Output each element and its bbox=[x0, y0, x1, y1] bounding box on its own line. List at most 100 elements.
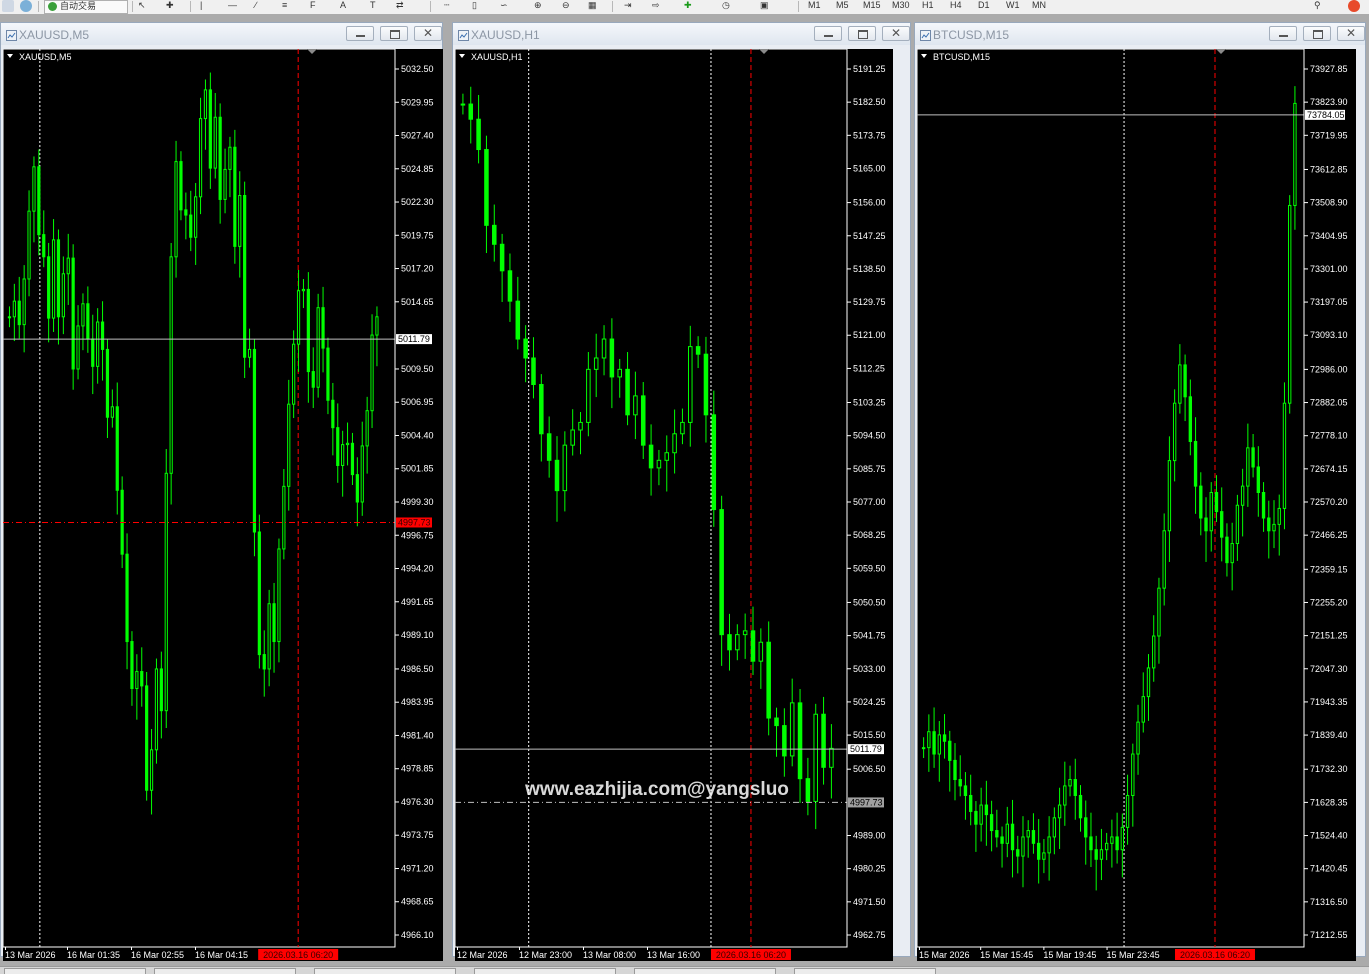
candle-body bbox=[375, 316, 379, 336]
chart-window-2[interactable]: XAUUSD,H1 ✕ XAUUSD,H1 5191.25 5182.50 5173.75… bbox=[452, 22, 911, 961]
arrows-icon[interactable]: ⇄ bbox=[396, 0, 410, 12]
candle-body bbox=[1005, 823, 1009, 844]
notification-icon[interactable] bbox=[1348, 0, 1360, 12]
timeframe-w1[interactable]: W1 bbox=[1006, 0, 1024, 12]
restore-button[interactable] bbox=[380, 26, 408, 41]
chart-window-1[interactable]: XAUUSD,M5 ✕ XAUUSD,M5 5032.50 5029.95 5027.40… bbox=[0, 22, 443, 961]
chart-window-3[interactable]: BTCUSD,M15 ✕ BTCUSD,M15 73927.85 73823.90 737… bbox=[914, 22, 1366, 961]
price-tick-label: 5147.25 bbox=[853, 231, 886, 241]
timeframe-h4[interactable]: H4 bbox=[950, 0, 968, 12]
text-icon[interactable]: A bbox=[340, 0, 350, 12]
cursor-icon[interactable]: ↖ bbox=[138, 0, 148, 12]
zoom-out-icon[interactable]: ⊖ bbox=[562, 0, 574, 12]
candle-body bbox=[727, 634, 732, 651]
timeframe-d1[interactable]: D1 bbox=[978, 0, 996, 12]
price-tick-label: 4980.25 bbox=[853, 864, 886, 874]
close-button[interactable]: ✕ bbox=[882, 26, 910, 41]
chart-tab[interactable] bbox=[154, 968, 296, 974]
price-tick-label: 5022.30 bbox=[401, 197, 434, 207]
minimize-button[interactable] bbox=[346, 26, 374, 41]
candle-body bbox=[71, 257, 75, 370]
candle-body bbox=[1057, 804, 1062, 819]
tile-windows-icon[interactable]: ▦ bbox=[588, 0, 600, 12]
chart-canvas[interactable]: XAUUSD,H1 5191.25 5182.50 5173.75 5165.00 515… bbox=[454, 48, 893, 961]
chart-canvas[interactable]: BTCUSD,M15 73927.85 73823.90 73719.95 73612.… bbox=[916, 48, 1356, 961]
timeframe-h1[interactable]: H1 bbox=[922, 0, 940, 12]
window-titlebar[interactable]: XAUUSD,H1 ✕ bbox=[453, 23, 910, 45]
restore-button[interactable] bbox=[848, 26, 876, 41]
vertical-line-icon[interactable]: | bbox=[200, 0, 210, 12]
timeframe-mn[interactable]: MN bbox=[1032, 0, 1052, 12]
toolbar-separator bbox=[38, 1, 39, 12]
price-tick-label: 5029.95 bbox=[401, 97, 434, 107]
candle-body bbox=[326, 347, 330, 401]
candle-chart-icon[interactable]: ▯ bbox=[472, 0, 484, 12]
horizontal-line-icon[interactable]: — bbox=[228, 0, 238, 12]
time-tick-label: 15 Mar 15:45 bbox=[980, 950, 1033, 960]
candle-body bbox=[213, 116, 217, 169]
chart-tab[interactable] bbox=[634, 968, 776, 974]
timeframe-m15[interactable]: M15 bbox=[863, 0, 885, 12]
current-time-label: 2026.03.16 06:20 bbox=[263, 950, 333, 960]
close-button[interactable]: ✕ bbox=[414, 26, 442, 41]
chart-area[interactable]: BTCUSD,M15 73927.85 73823.90 73719.95 73612.… bbox=[916, 48, 1356, 961]
channel-icon[interactable]: ≡ bbox=[282, 0, 294, 12]
candle-body bbox=[1293, 102, 1297, 206]
close-button[interactable]: ✕ bbox=[1337, 26, 1365, 41]
bar-chart-icon[interactable]: ┄ bbox=[444, 0, 456, 12]
time-tick-label: 16 Mar 04:15 bbox=[195, 950, 248, 960]
candle-body bbox=[1277, 507, 1281, 525]
window-titlebar[interactable]: BTCUSD,M15 ✕ bbox=[915, 23, 1365, 45]
candle-body bbox=[1042, 852, 1046, 860]
label-icon[interactable]: T bbox=[370, 0, 380, 12]
price-tick-label: 4978.85 bbox=[401, 764, 434, 774]
indicators-icon[interactable]: ✚ bbox=[684, 0, 698, 12]
candle-body bbox=[37, 166, 41, 236]
toolbar-icon-left[interactable] bbox=[2, 0, 14, 12]
price-tick-label: 5103.25 bbox=[853, 398, 886, 408]
time-tick-label: 15 Mar 19:45 bbox=[1043, 950, 1096, 960]
chart-tab[interactable] bbox=[314, 968, 456, 974]
search-icon[interactable]: ⚲ bbox=[1314, 0, 1326, 12]
window-titlebar[interactable]: XAUUSD,M5 ✕ bbox=[1, 23, 442, 45]
timeframe-m30[interactable]: M30 bbox=[892, 0, 914, 12]
candle-body bbox=[695, 346, 701, 355]
chart-tab[interactable] bbox=[4, 968, 146, 974]
trendline-icon[interactable]: ∕ bbox=[255, 0, 265, 12]
chart-canvas[interactable]: XAUUSD,M5 5032.50 5029.95 5027.40 5024.85 502… bbox=[2, 48, 443, 961]
candle-body bbox=[531, 357, 536, 386]
periods-icon[interactable]: ◷ bbox=[722, 0, 734, 12]
chart-tab[interactable] bbox=[794, 968, 936, 974]
timeframe-m1[interactable]: M1 bbox=[808, 0, 828, 12]
price-tick-label: 4968.65 bbox=[401, 897, 434, 907]
auto-trading-button[interactable]: 自动交易 bbox=[44, 0, 128, 14]
fibonacci-icon[interactable]: F bbox=[310, 0, 322, 12]
candle-body bbox=[287, 403, 291, 487]
candle-body bbox=[1261, 491, 1266, 519]
candle-body bbox=[963, 785, 968, 796]
candle-body bbox=[640, 395, 646, 446]
price-tick-label: 5033.00 bbox=[853, 664, 886, 674]
chart-tab[interactable] bbox=[474, 968, 616, 974]
candle-body bbox=[238, 195, 242, 247]
chart-area[interactable]: XAUUSD,M5 5032.50 5029.95 5027.40 5024.85 502… bbox=[2, 48, 443, 961]
candle-body bbox=[1172, 402, 1177, 462]
candle-body bbox=[1230, 543, 1234, 564]
minimize-button[interactable] bbox=[1269, 26, 1297, 41]
chart-shift-icon[interactable]: ⇥ bbox=[624, 0, 636, 12]
templates-icon[interactable]: ▣ bbox=[760, 0, 774, 12]
restore-button[interactable] bbox=[1303, 26, 1331, 41]
candle-body bbox=[648, 444, 654, 469]
autoscroll-icon[interactable]: ⇨ bbox=[652, 0, 664, 12]
restore-icon bbox=[858, 30, 868, 39]
candle-body bbox=[1068, 779, 1072, 787]
chart-area[interactable]: XAUUSD,H1 5191.25 5182.50 5173.75 5165.00 515… bbox=[454, 48, 893, 961]
line-chart-icon[interactable]: ∽ bbox=[500, 0, 512, 12]
candle-body bbox=[1240, 485, 1245, 506]
timeframe-m5[interactable]: M5 bbox=[836, 0, 856, 12]
crosshair-icon[interactable]: ✚ bbox=[166, 0, 176, 12]
zoom-in-icon[interactable]: ⊕ bbox=[534, 0, 546, 12]
candle-body bbox=[546, 433, 552, 461]
minimize-button[interactable] bbox=[814, 26, 842, 41]
globe-icon[interactable] bbox=[20, 0, 32, 12]
